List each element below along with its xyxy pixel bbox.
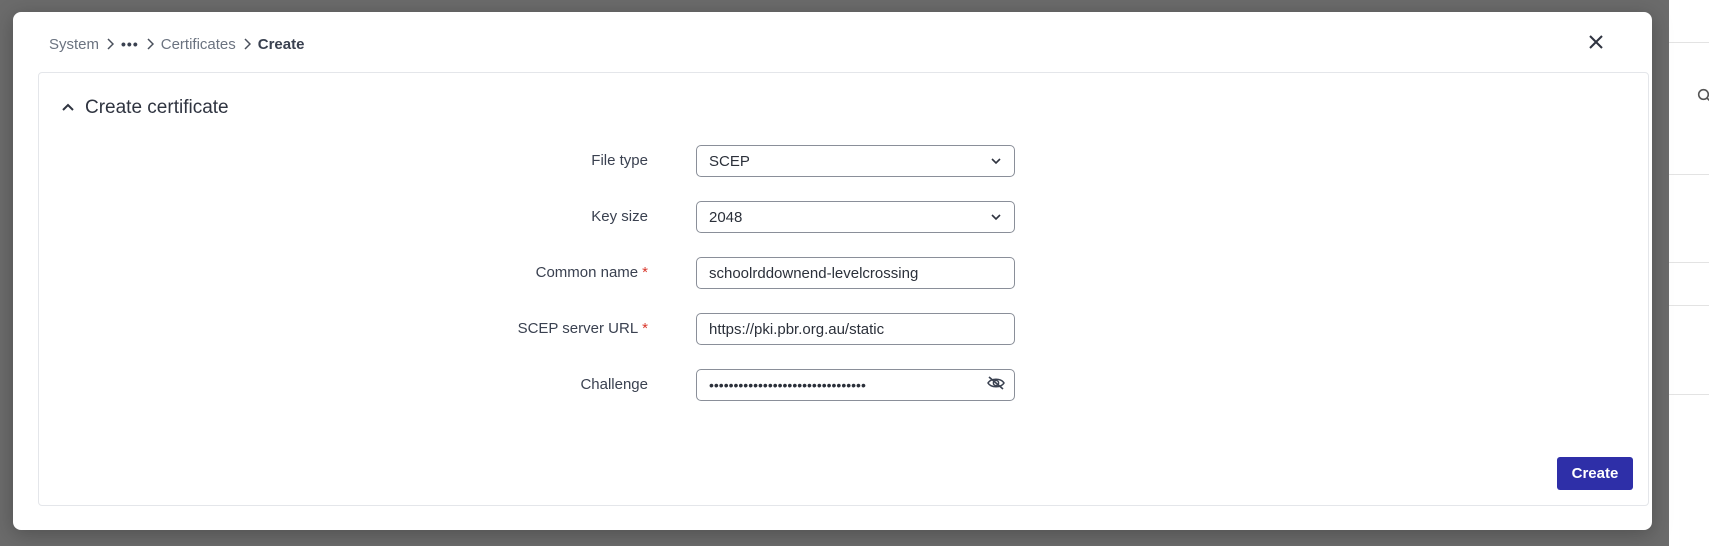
create-certificate-dialog: System ••• Certificates Create Create ce… (13, 12, 1652, 530)
scep-url-label: SCEP server URL * (517, 320, 648, 337)
scep-url-input[interactable]: https://pki.pbr.org.au/static (696, 313, 1015, 345)
eye-off-icon (986, 375, 1006, 396)
scep-url-row: SCEP server URL * https://pki.pbr.org.au/… (39, 313, 1648, 345)
chevron-up-icon (61, 99, 75, 117)
file-type-label: File type (591, 152, 648, 169)
close-icon (1588, 34, 1604, 55)
file-type-select[interactable]: SCEP (696, 145, 1015, 177)
scep-url-value: https://pki.pbr.org.au/static (709, 320, 885, 338)
challenge-value: •••••••••••••••••••••••••••••••• (709, 377, 866, 393)
chevron-down-icon (978, 146, 1014, 176)
file-type-value: SCEP (709, 152, 750, 170)
background-divider (1669, 305, 1709, 306)
key-size-value: 2048 (709, 208, 743, 226)
close-button[interactable] (1582, 30, 1610, 58)
background-search-icon (1697, 88, 1709, 104)
common-name-input[interactable]: schoolrddownend-levelcrossing (696, 257, 1015, 289)
toggle-visibility-button[interactable] (978, 370, 1014, 400)
create-certificate-panel: Create certificate File type SCEP Key si… (38, 72, 1649, 506)
challenge-password-input[interactable]: •••••••••••••••••••••••••••••••• (696, 369, 1015, 401)
challenge-row: Challenge ••••••••••••••••••••••••••••••… (39, 369, 1648, 401)
key-size-label: Key size (591, 208, 648, 225)
required-marker: * (642, 320, 648, 337)
chevron-right-icon (106, 38, 115, 50)
breadcrumb-system[interactable]: System (49, 36, 99, 53)
panel-title: Create certificate (85, 97, 229, 118)
background-divider (1669, 174, 1709, 175)
background-divider (1669, 42, 1709, 43)
breadcrumb-create: Create (257, 35, 305, 53)
key-size-select[interactable]: 2048 (696, 201, 1015, 233)
breadcrumb: System ••• Certificates Create (49, 32, 304, 56)
background-divider (1669, 262, 1709, 263)
common-name-row: Common name * schoolrddownend-levelcrossi… (39, 257, 1648, 289)
file-type-row: File type SCEP (39, 145, 1648, 177)
panel-header-toggle[interactable]: Create certificate (61, 95, 229, 121)
required-marker: * (642, 264, 648, 281)
background-app (1669, 0, 1709, 546)
common-name-value: schoolrddownend-levelcrossing (709, 264, 919, 282)
chevron-right-icon (243, 38, 251, 50)
chevron-down-icon (978, 202, 1014, 232)
background-divider (1669, 394, 1709, 395)
chevron-right-icon (146, 38, 154, 50)
breadcrumb-more[interactable]: ••• (121, 36, 139, 52)
create-button[interactable]: Create (1557, 457, 1633, 490)
key-size-row: Key size 2048 (39, 201, 1648, 233)
common-name-label: Common name * (535, 264, 648, 281)
challenge-label: Challenge (580, 376, 648, 393)
breadcrumb-certificates[interactable]: Certificates (161, 36, 236, 53)
